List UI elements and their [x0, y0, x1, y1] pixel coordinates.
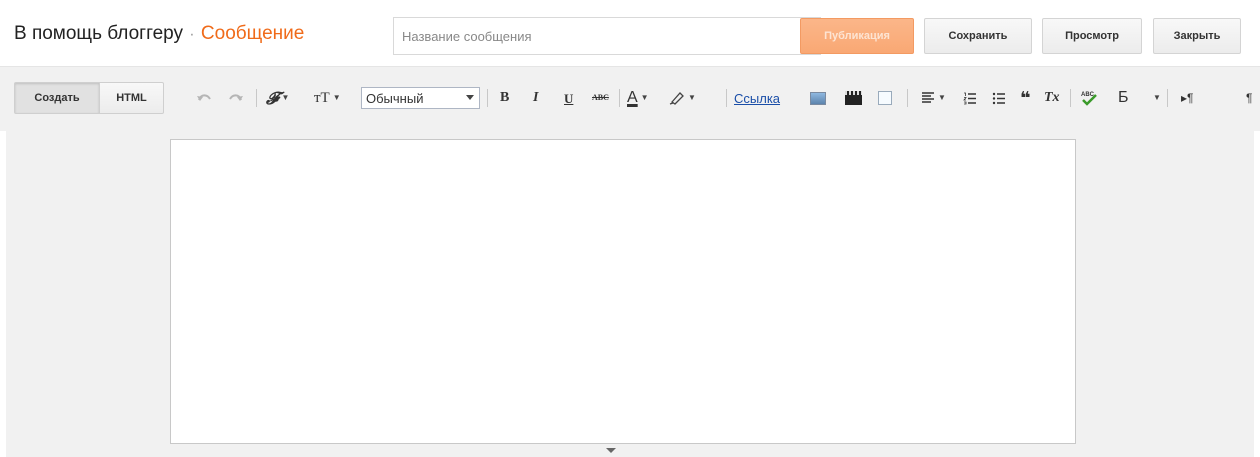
video-icon — [845, 91, 862, 105]
align-icon — [922, 92, 934, 103]
clear-formatting-icon: Tx — [1044, 90, 1060, 105]
toolbar-separator — [256, 89, 257, 107]
compose-mode-button[interactable]: Создать — [14, 82, 100, 114]
insert-video-button[interactable] — [845, 87, 862, 109]
font-icon: 𝓕 — [266, 88, 279, 108]
input-language-label: Б — [1118, 89, 1129, 106]
insert-image-button[interactable] — [810, 87, 826, 109]
editor-header: В помощь блоггеру · Сообщение Публикация… — [0, 0, 1260, 66]
numbered-list-icon — [963, 92, 976, 104]
link-label: Ссылка — [734, 90, 781, 106]
chevron-down-icon: ▼ — [332, 93, 341, 102]
section-label: Сообщение — [200, 23, 305, 44]
chevron-down-icon — [466, 95, 474, 100]
blog-title[interactable]: В помощь блоггеру — [14, 23, 183, 44]
font-family-button[interactable]: 𝓕 ▼ — [266, 87, 289, 109]
bold-button[interactable]: B — [500, 87, 509, 109]
page-title: В помощь блоггеру · Сообщение — [14, 23, 304, 45]
toolbar-separator — [1070, 89, 1071, 107]
chevron-down-icon: ▼ — [688, 93, 696, 102]
title-separator: · — [189, 26, 195, 43]
input-language-button[interactable]: Б — [1118, 87, 1129, 109]
close-button[interactable]: Закрыть — [1153, 18, 1241, 54]
underline-button[interactable]: U — [564, 87, 573, 109]
strikethrough-button[interactable]: ABC — [592, 87, 609, 109]
rtl-button[interactable]: ¶ — [1246, 87, 1252, 109]
insert-link-button[interactable]: Ссылка — [734, 87, 780, 109]
alignment-button[interactable]: ▼ — [921, 87, 946, 109]
format-value: Обычный — [366, 90, 424, 106]
chevron-down-icon: ▼ — [1153, 93, 1161, 102]
remove-formatting-button[interactable]: Tx — [1044, 87, 1060, 109]
editor-mode-switch: Создать HTML — [14, 82, 164, 114]
spell-check-icon: ABC — [1081, 92, 1097, 106]
bulleted-list-button[interactable] — [992, 87, 1006, 109]
image-icon — [810, 91, 826, 105]
toolbar-separator — [619, 89, 620, 107]
publish-button[interactable]: Публикация — [800, 18, 914, 54]
redo-icon[interactable] — [228, 87, 244, 109]
toolbar-separator — [487, 89, 488, 107]
resize-handle-icon[interactable] — [606, 448, 616, 453]
highlighter-icon — [669, 92, 684, 105]
font-size-button[interactable]: тT ▼ — [314, 87, 341, 109]
input-language-dropdown[interactable]: ▼ — [1150, 87, 1161, 109]
bulleted-list-icon — [992, 92, 1005, 104]
chevron-down-icon: ▼ — [938, 93, 946, 102]
html-mode-button[interactable]: HTML — [100, 82, 164, 114]
text-color-button[interactable]: A ▼ — [627, 87, 649, 109]
text-color-icon: A — [627, 89, 638, 106]
formatting-toolbar: Создать HTML 𝓕 ▼ тT ▼ Обычный B I U ABC A ▼… — [0, 66, 1260, 131]
post-title-input[interactable] — [393, 17, 821, 55]
post-body-editor[interactable] — [170, 139, 1076, 444]
save-button[interactable]: Сохранить — [924, 18, 1032, 54]
spell-check-button[interactable]: ABC — [1080, 87, 1098, 109]
insert-jump-break-button[interactable] — [878, 87, 892, 109]
chevron-down-icon: ▼ — [640, 93, 649, 102]
preview-button[interactable]: Просмотр — [1042, 18, 1142, 54]
paragraph-format-select[interactable]: Обычный — [361, 87, 480, 109]
quote-icon: ❝ — [1020, 88, 1031, 108]
chevron-down-icon: ▼ — [281, 93, 290, 102]
toolbar-separator — [1167, 89, 1168, 107]
toolbar-separator — [726, 89, 727, 107]
undo-icon[interactable] — [196, 87, 212, 109]
quote-button[interactable]: ❝ — [1020, 87, 1031, 109]
font-size-icon: тT — [314, 89, 330, 106]
numbered-list-button[interactable] — [963, 87, 977, 109]
ltr-button[interactable]: ▸¶ — [1181, 87, 1193, 109]
jump-break-icon — [878, 91, 892, 105]
italic-button[interactable]: I — [533, 87, 538, 109]
highlight-color-button[interactable]: ▼ — [669, 87, 696, 109]
toolbar-separator — [907, 89, 908, 107]
